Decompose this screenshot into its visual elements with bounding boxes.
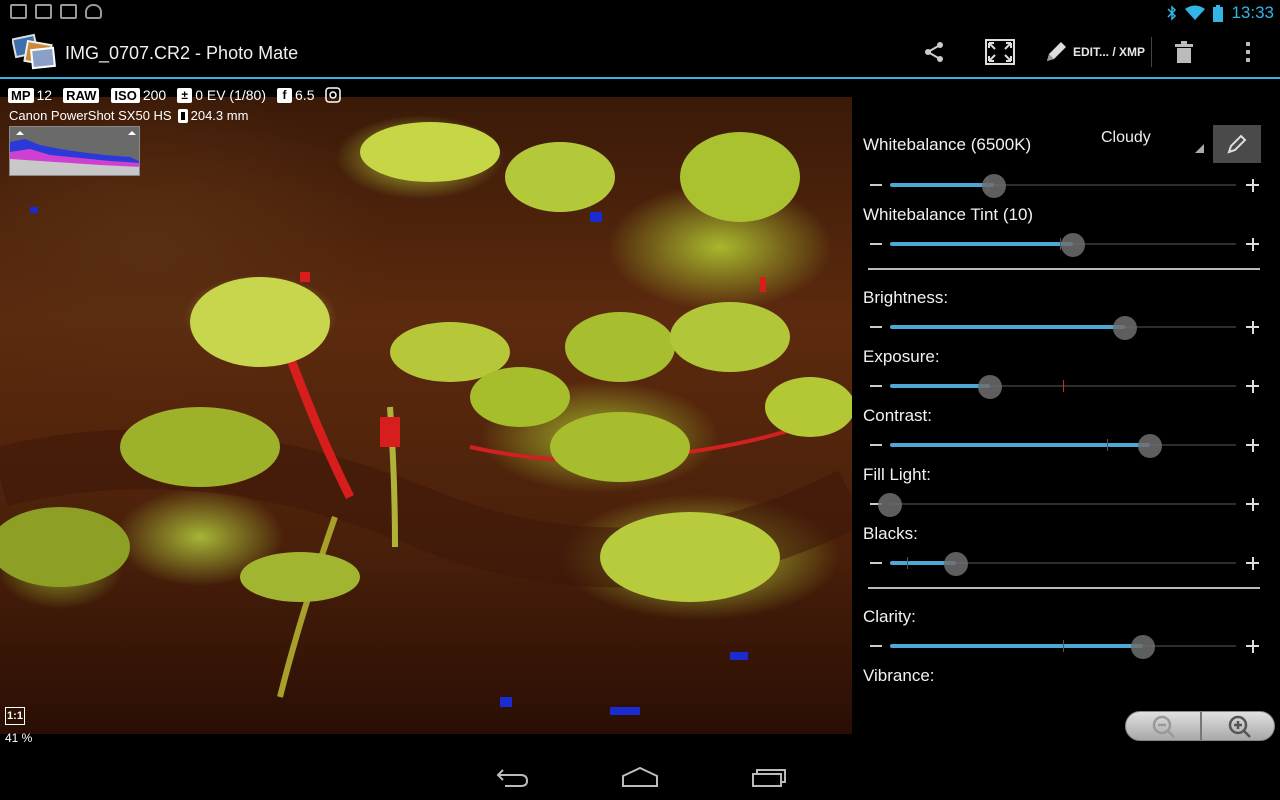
photo-canvas[interactable]: [0, 97, 852, 734]
wifi-icon: [1185, 5, 1206, 20]
camera-info: Canon PowerShot SX50 HS 204.3 mm: [9, 108, 248, 123]
exposure-label: Exposure:: [863, 347, 940, 366]
aperture-badge: f: [277, 87, 293, 103]
camera-model: Canon PowerShot SX50 HS: [9, 108, 172, 123]
blacks-label: Blacks:: [863, 524, 918, 543]
megapixels-value: 12: [36, 87, 53, 103]
adjustments-panel: Whitebalance (6500K) Cloudy Whitebalance…: [852, 97, 1280, 697]
histogram-graph: [10, 127, 139, 175]
brightness-label: Brightness:: [863, 288, 949, 307]
settings-gear-icon[interactable]: [325, 87, 342, 103]
contrast-label: Contrast:: [863, 406, 932, 425]
clarity-label: Clarity:: [863, 607, 916, 626]
fullscreen-button[interactable]: [982, 35, 1018, 69]
recent-apps-button[interactable]: [749, 764, 789, 790]
section-divider: [868, 268, 1260, 270]
blacks-slider[interactable]: [866, 551, 1262, 576]
back-button[interactable]: [492, 764, 532, 790]
clock: 13:33: [1231, 3, 1274, 22]
exposure-slider[interactable]: [866, 374, 1262, 399]
photo-image: [0, 122, 852, 715]
eyedropper-icon: [1227, 134, 1247, 154]
fullscreen-icon: [985, 39, 1015, 65]
action-bar: IMG_0707.CR2 - Photo Mate EDIT... / XMP: [0, 25, 1280, 79]
raw-badge: RAW: [63, 87, 100, 103]
page-title: IMG_0707.CR2 - Photo Mate: [65, 43, 299, 63]
pencil-icon: [1046, 42, 1066, 61]
photo-info-bar: MP 12 RAW ISO 200 ± 0 EV (1/80) f 6.5: [8, 87, 342, 103]
aperture-value: 6.5: [295, 87, 315, 103]
mp-badge: MP: [8, 87, 34, 103]
edit-xmp-label: EDIT... / XMP: [1072, 45, 1145, 59]
iso-value: 200: [142, 87, 167, 103]
tint-label: Whitebalance Tint (10): [863, 205, 1034, 224]
back-icon: [496, 769, 529, 787]
ev-value: 0 EV (1/80): [195, 87, 267, 103]
notification-icons: [10, 4, 102, 19]
zoom-percent: 41 %: [5, 731, 33, 745]
whitebalance-mode-value: Cloudy: [1101, 129, 1151, 146]
action-bar-divider: [1151, 37, 1152, 67]
gmail-icon: [60, 4, 77, 19]
zoom-one-to-one-button[interactable]: 1:1: [5, 707, 25, 725]
focal-length-icon: [177, 108, 188, 123]
zoom-in-icon: [1228, 715, 1251, 738]
whitebalance-label: Whitebalance (6500K): [863, 135, 1032, 154]
overflow-menu-button[interactable]: [1230, 35, 1266, 69]
clarity-slider[interactable]: [866, 634, 1262, 659]
whitebalance-mode-select[interactable]: Cloudy: [1094, 129, 1206, 155]
zoom-out-button[interactable]: [1126, 712, 1201, 740]
share-icon: [925, 42, 943, 62]
android-icon: [85, 4, 102, 19]
fill-light-label: Fill Light:: [863, 465, 932, 484]
exposure-compensation-icon: ±: [177, 87, 193, 103]
histogram[interactable]: [9, 126, 140, 176]
whitebalance-picker-button[interactable]: [1213, 125, 1261, 163]
vibrance-label: Vibrance:: [863, 666, 935, 685]
status-bar: 13:33: [0, 0, 1280, 25]
brightness-slider[interactable]: [866, 315, 1262, 340]
zoom-control: [1125, 711, 1275, 741]
bluetooth-icon: [1167, 5, 1177, 21]
focal-length-value: 204.3 mm: [190, 108, 249, 123]
zoom-out-icon: [1152, 715, 1175, 738]
edit-xmp-button[interactable]: EDIT... / XMP: [1040, 35, 1148, 69]
iso-badge: ISO: [111, 87, 140, 103]
recent-apps-icon: [752, 769, 786, 787]
battery-icon: [1213, 4, 1224, 22]
mail-icon: [35, 4, 52, 19]
system-status: 13:33: [1167, 3, 1274, 23]
delete-button[interactable]: [1166, 35, 1202, 69]
trash-icon: [1175, 41, 1193, 63]
image-icon: [10, 4, 27, 19]
share-button[interactable]: [916, 35, 952, 69]
navigation-bar: [0, 752, 1280, 800]
dropdown-triangle-icon: [1195, 144, 1204, 153]
tint-slider[interactable]: [866, 232, 1262, 257]
contrast-slider[interactable]: [866, 433, 1262, 458]
zoom-in-button[interactable]: [1202, 712, 1274, 740]
app-logo-icon[interactable]: [12, 33, 58, 71]
section-divider-2: [868, 587, 1260, 589]
fill-light-slider[interactable]: [866, 492, 1262, 517]
home-button[interactable]: [620, 764, 660, 790]
whitebalance-slider[interactable]: [866, 173, 1262, 198]
overflow-menu-icon: [1246, 42, 1250, 62]
home-icon: [622, 766, 658, 787]
